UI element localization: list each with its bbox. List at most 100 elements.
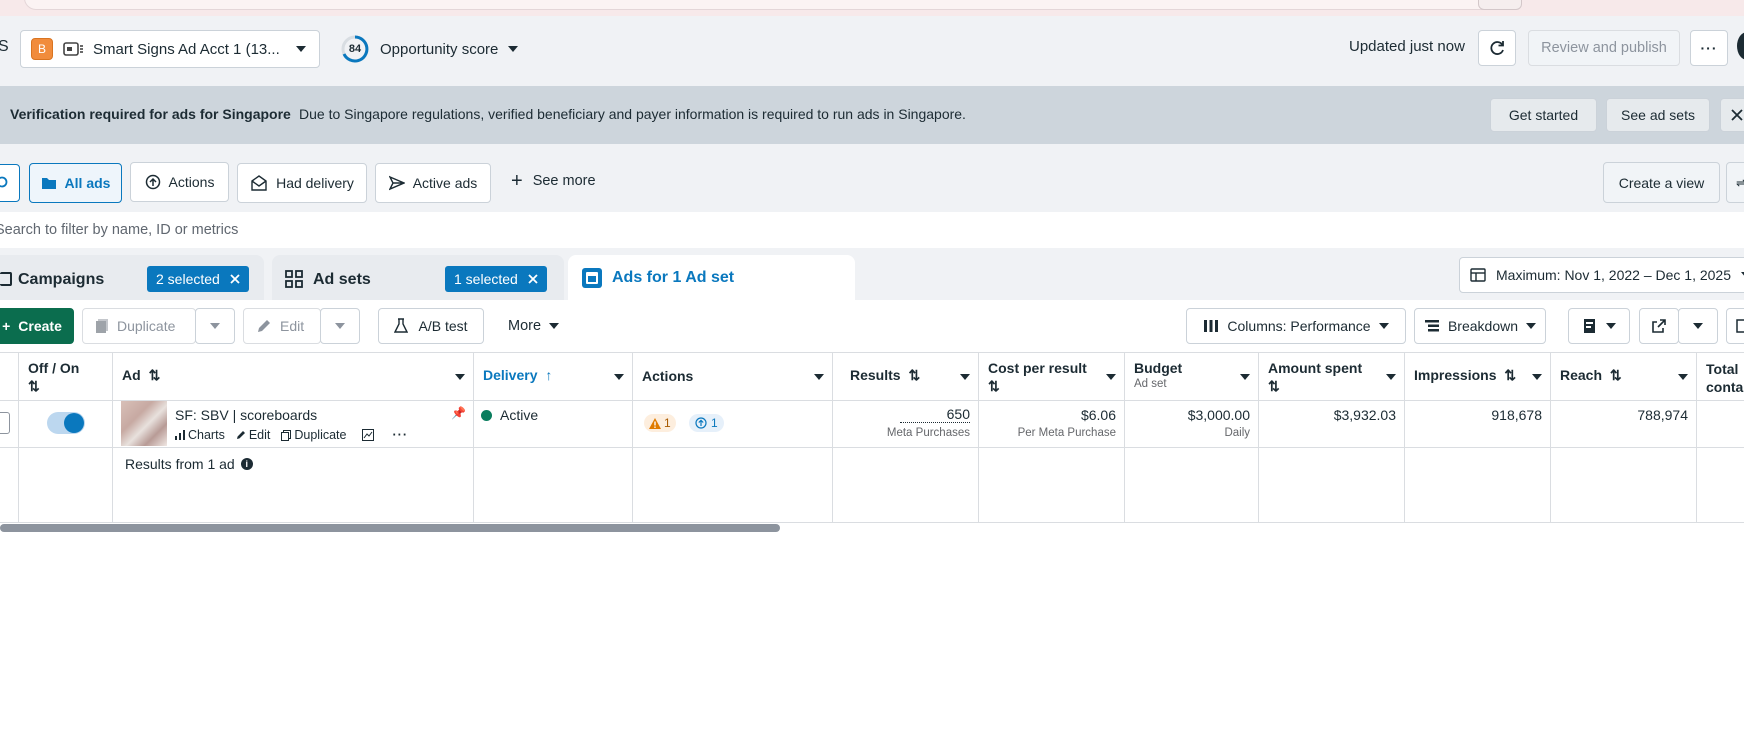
ad-sets-selected-chip[interactable]: 1 selected: [445, 266, 547, 292]
header-budget[interactable]: Budget Ad set: [1134, 360, 1182, 408]
filter-actions[interactable]: Actions: [130, 162, 229, 202]
pencil-icon: [258, 320, 270, 332]
warning-count: 1: [664, 416, 671, 430]
chevron-down-icon: [1378, 323, 1389, 329]
filter-label: All ads: [64, 175, 111, 191]
chevron-down-icon: [1526, 323, 1537, 329]
refresh-button[interactable]: [1478, 30, 1516, 66]
info-icon[interactable]: i: [240, 458, 253, 470]
ad-thumbnail[interactable]: [121, 401, 167, 446]
summary-label: Results from 1 ad i: [125, 456, 253, 472]
edit-button[interactable]: Edit: [243, 308, 321, 344]
pin-icon[interactable]: 📌: [451, 406, 466, 420]
header-cost-per-result[interactable]: Cost per result ⇅: [988, 360, 1087, 408]
export-dropdown[interactable]: [1678, 308, 1718, 344]
tab-campaigns-label: Campaigns: [18, 271, 105, 288]
chevron-down-icon[interactable]: [1106, 374, 1116, 380]
review-publish-button[interactable]: Review and publish: [1528, 30, 1680, 66]
header-label: Actions: [642, 368, 694, 384]
search-button[interactable]: [0, 164, 20, 202]
col-divider: [1404, 352, 1405, 522]
chevron-down-icon[interactable]: [814, 374, 824, 380]
chevron-down-icon[interactable]: [1678, 374, 1688, 380]
chevron-down-icon[interactable]: [1386, 374, 1396, 380]
chevron-down-icon[interactable]: [455, 374, 465, 380]
sort-icon: ⇅: [1609, 367, 1622, 383]
row-checkbox[interactable]: [0, 412, 10, 434]
header-off-on[interactable]: Off / On ⇅: [28, 360, 79, 408]
view-options-button[interactable]: ⇌: [1726, 162, 1744, 203]
breakdown-label: Breakdown: [1447, 318, 1519, 334]
filter-label: Active ads: [412, 175, 478, 191]
export-button[interactable]: [1639, 308, 1679, 344]
edit-link[interactable]: Edit: [236, 428, 270, 442]
chevron-down-icon[interactable]: [960, 374, 970, 380]
duplicate-dropdown[interactable]: [195, 308, 235, 344]
chevron-down-icon[interactable]: [1240, 374, 1250, 380]
top-strip-button[interactable]: [1478, 0, 1522, 10]
date-range-label: Maximum: Nov 1, 2022 – Dec 1, 2025: [1496, 267, 1732, 283]
ab-test-button[interactable]: A/B test: [378, 308, 484, 344]
create-label: Create: [18, 318, 62, 334]
opportunity-score[interactable]: 84 Opportunity score: [340, 33, 519, 65]
flask-icon: [394, 318, 409, 333]
opportunity-count: 1: [711, 416, 718, 430]
account-badge: B: [31, 38, 53, 60]
header-actions[interactable]: Actions: [642, 368, 693, 416]
duplicate-button[interactable]: Duplicate: [82, 308, 196, 344]
banner-message: Due to Singapore regulations, verified b…: [299, 106, 966, 122]
duplicate-label: Duplicate: [117, 318, 176, 334]
create-button[interactable]: + Create: [0, 308, 74, 344]
columns-label: Columns: Performance: [1227, 318, 1371, 334]
sort-icon: ⇅: [148, 367, 161, 383]
campaigns-selected-chip[interactable]: 2 selected: [147, 266, 249, 292]
chip-label: 1 selected: [454, 271, 518, 287]
header-amount-spent[interactable]: Amount spent ⇅: [1268, 360, 1362, 408]
budget-value[interactable]: $3,000.00: [1130, 407, 1250, 423]
actions-warning-badge[interactable]: 1: [644, 414, 676, 432]
duplicate-link[interactable]: Duplicate: [281, 428, 347, 442]
account-selector[interactable]: B Smart Signs Ad Acct 1 (13...: [20, 30, 320, 68]
close-banner-button[interactable]: [1720, 98, 1744, 132]
filter-all-ads[interactable]: All ads: [29, 163, 122, 203]
header-total-contacts[interactable]: Total conta: [1706, 360, 1744, 408]
horizontal-scrollbar[interactable]: [0, 524, 780, 532]
chevron-down-icon[interactable]: [1532, 374, 1542, 380]
results-sub: Meta Purchases: [886, 427, 970, 439]
more-icon[interactable]: ···: [393, 428, 409, 442]
col-divider: [112, 352, 113, 522]
header-label: Cost per result: [988, 360, 1087, 376]
date-range-picker[interactable]: Maximum: Nov 1, 2022 – Dec 1, 2025: [1459, 257, 1744, 293]
actions-opportunity-badge[interactable]: 1: [689, 414, 724, 432]
columns-button[interactable]: Columns: Performance: [1186, 308, 1406, 344]
search-icon: [0, 176, 8, 188]
edit-dropdown[interactable]: [320, 308, 360, 344]
col-divider: [978, 352, 979, 522]
more-button[interactable]: More: [508, 318, 560, 334]
more-options-button[interactable]: ···: [1690, 30, 1728, 66]
get-started-button[interactable]: Get started: [1490, 98, 1597, 132]
preview-icon[interactable]: [361, 429, 374, 441]
reports-button[interactable]: [1568, 308, 1630, 344]
chevron-down-icon: [508, 46, 519, 52]
chevron-down-icon[interactable]: [614, 374, 624, 380]
col-divider: [1696, 352, 1697, 522]
filter-had-delivery[interactable]: Had delivery: [237, 163, 367, 203]
charts-link[interactable]: Charts: [175, 428, 225, 442]
sort-icon: ⇅: [1504, 367, 1517, 383]
see-more-button[interactable]: + See more: [511, 171, 596, 191]
see-ad-sets-button[interactable]: See ad sets: [1606, 98, 1710, 132]
sort-icon: ⇅: [28, 378, 40, 394]
breakdown-button[interactable]: Breakdown: [1414, 308, 1546, 344]
search-input[interactable]: [0, 212, 1744, 248]
chart-toggle-button[interactable]: [1726, 308, 1744, 344]
ad-toggle[interactable]: [47, 412, 85, 434]
report-icon: [1584, 319, 1595, 333]
sort-icon: ⇅: [1268, 378, 1280, 394]
results-value[interactable]: 650: [900, 407, 970, 423]
ad-name[interactable]: SF: SBV | scoreboards: [175, 407, 317, 423]
filter-active-ads[interactable]: Active ads: [375, 163, 491, 203]
toggle-knob: [64, 413, 84, 433]
create-view-button[interactable]: Create a view: [1603, 162, 1720, 203]
breakdown-icon: [1424, 320, 1439, 332]
